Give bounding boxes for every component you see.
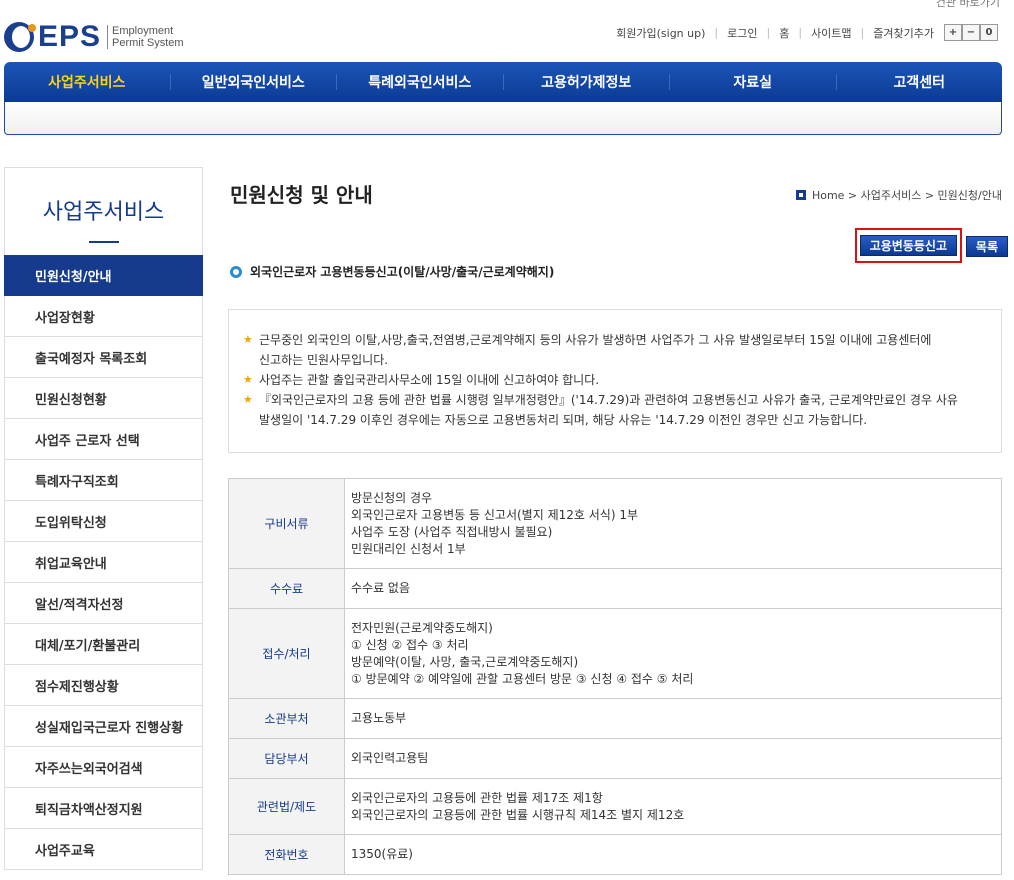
star-icon: ★ [243,393,253,406]
table-row: 구비서류 방문신청의 경우 외국인근로자 고용변동 등 신고서(별지 제12호 … [228,478,1002,569]
star-icon: ★ [243,333,253,346]
row-label: 접수/처리 [228,608,345,699]
sidebar-item-worker-select[interactable]: 사업주 근로자 선택 [4,419,203,460]
top-link-cut[interactable]: 건관 바로가기 [936,0,1000,10]
row-value: 전자민원(근로계약중도해지) ① 신청 ② 접수 ③ 처리 방문예약(이탈, 사… [344,608,1002,699]
font-reset-button[interactable]: 0 [980,24,998,41]
row-label: 전화번호 [228,834,345,875]
row-value: 수수료 없음 [344,568,1002,609]
notice-box: ★ 근무중인 외국인의 이탈,사망,출국,전염병,근로계약해지 등의 사유가 발생… [228,309,1002,453]
row-label: 구비서류 [228,478,345,569]
home-icon [795,190,806,200]
sidebar-item-point-progress[interactable]: 점수제진행상황 [4,665,203,706]
sidebar-item-training-guide[interactable]: 취업교육안내 [4,542,203,583]
logo-subtitle: Employment Permit System [107,25,184,49]
eps-logo[interactable]: EPS Employment Permit System [4,20,184,54]
sidebar-item-reentry-progress[interactable]: 성실재입국근로자 진행상황 [4,706,203,747]
nav-general-foreigner[interactable]: 일반외국인서비스 [171,62,337,102]
sidebar-item-severance-support[interactable]: 퇴직금차액산정지원 [4,788,203,829]
row-value: 외국인력고용팀 [344,738,1002,779]
sidebar-item-workplace-status[interactable]: 사업장현황 [4,296,203,337]
sidebar-item-employer-education[interactable]: 사업주교육 [4,829,203,870]
row-label: 담당부서 [228,738,345,779]
list-button[interactable]: 목록 [965,236,1008,257]
sidebar-header: 사업주서비스 [4,167,203,255]
bookmark-link[interactable]: 즐겨찾기추가 [873,25,934,41]
info-table: 구비서류 방문신청의 경우 외국인근로자 고용변동 등 신고서(별지 제12호 … [228,478,1002,875]
sidebar-item-application-status[interactable]: 민원신청현황 [4,378,203,419]
sidebar-item-departure-list[interactable]: 출국예정자 목록조회 [4,337,203,378]
section-heading: 외국인근로자 고용변동등신고(이탈/사망/출국/근로계약해지) [230,263,554,280]
employment-change-report-button[interactable]: 고용변동등신고 [859,235,957,256]
table-row: 접수/처리 전자민원(근로계약중도해지) ① 신청 ② 접수 ③ 처리 방문예약… [228,608,1002,699]
font-decrease-button[interactable]: − [962,24,980,41]
signup-link[interactable]: 회원가입(sign up) [616,25,705,41]
font-size-controls: + − 0 [944,24,998,41]
notice-text: 발생일이 '14.7.29 이후인 경우에는 자동으로 고용변동처리 되며, 해… [259,413,868,427]
logo-text: EPS [38,20,102,53]
notice-text: 『외국인근로자의 고용 등에 관한 법률 시행령 일부개정령안』('14.7.2… [259,393,958,407]
circle-bullet-icon [230,265,242,278]
star-icon: ★ [243,373,253,386]
row-label: 관련법/제도 [228,778,345,835]
nav-eps-info[interactable]: 고용허가제정보 [504,62,670,102]
table-row: 소관부처 고용노동부 [228,698,1002,739]
sidebar-item-language-search[interactable]: 자주쓰는외국어검색 [4,747,203,788]
nav-customer-center[interactable]: 고객센터 [837,62,1003,102]
highlight-box: 고용변동등신고 [854,228,962,263]
main-nav: 사업주서비스 일반외국인서비스 특례외국인서비스 고용허가제정보 자료실 고객센… [4,62,1002,102]
row-label: 소관부처 [228,698,345,739]
sidebar-item-placement[interactable]: 알선/적격자선정 [4,583,203,624]
table-row: 관련법/제도 외국인근로자의 고용등에 관한 법률 제17조 제1항 외국인근로… [228,778,1002,835]
sidebar: 사업주서비스 민원신청/안내 사업장현황 출국예정자 목록조회 민원신청현황 사… [4,167,203,870]
breadcrumb: Home > 사업주서비스 > 민원신청/안내 [795,187,1002,203]
notice-text: 신고하는 민원사무입니다. [259,353,389,367]
page-title: 민원신청 및 안내 [230,183,373,207]
sidebar-item-special-job-search[interactable]: 특례자구직조회 [4,460,203,501]
section-title: 외국인근로자 고용변동등신고(이탈/사망/출국/근로계약해지) [250,265,555,279]
nav-special-foreigner[interactable]: 특례외국인서비스 [337,62,503,102]
table-row: 담당부서 외국인력고용팀 [228,738,1002,779]
sidebar-item-civil-application[interactable]: 민원신청/안내 [4,255,203,296]
home-link[interactable]: 홈 [779,25,789,41]
table-row: 수수료 수수료 없음 [228,568,1002,609]
sidebar-item-import-consignment[interactable]: 도입위탁신청 [4,501,203,542]
sidebar-item-replacement[interactable]: 대체/포기/환불관리 [4,624,203,665]
notice-text: 사업주는 관할 출입국관리사무소에 15일 이내에 신고하여야 합니다. [259,373,600,387]
row-label: 수수료 [228,568,345,609]
row-value: 외국인근로자의 고용등에 관한 법률 제17조 제1항 외국인근로자의 고용등에… [344,778,1002,835]
font-increase-button[interactable]: + [944,24,962,41]
sub-nav-bar [4,102,1002,135]
sidebar-title: 사업주서비스 [42,200,165,225]
utility-links: 회원가입(sign up) | 로그인 | 홈 | 사이트맵 | 즐겨찾기추가 … [616,24,998,41]
row-value: 방문신청의 경우 외국인근로자 고용변동 등 신고서(별지 제12호 서식) 1… [344,478,1002,569]
sidebar-title-underline [88,241,119,243]
notice-text: 근무중인 외국인의 이탈,사망,출국,전염병,근로계약해지 등의 사유가 발생하… [259,333,932,347]
row-value: 고용노동부 [344,698,1002,739]
row-value: 1350(유료) [344,834,1002,875]
sitemap-link[interactable]: 사이트맵 [811,25,851,41]
table-row: 전화번호 1350(유료) [228,834,1002,875]
login-link[interactable]: 로그인 [727,25,757,41]
breadcrumb-text[interactable]: Home > 사업주서비스 > 민원신청/안내 [812,187,1002,203]
nav-employer-service[interactable]: 사업주서비스 [4,62,170,102]
nav-resources[interactable]: 자료실 [670,62,836,102]
eps-logo-mark-icon [4,22,36,52]
